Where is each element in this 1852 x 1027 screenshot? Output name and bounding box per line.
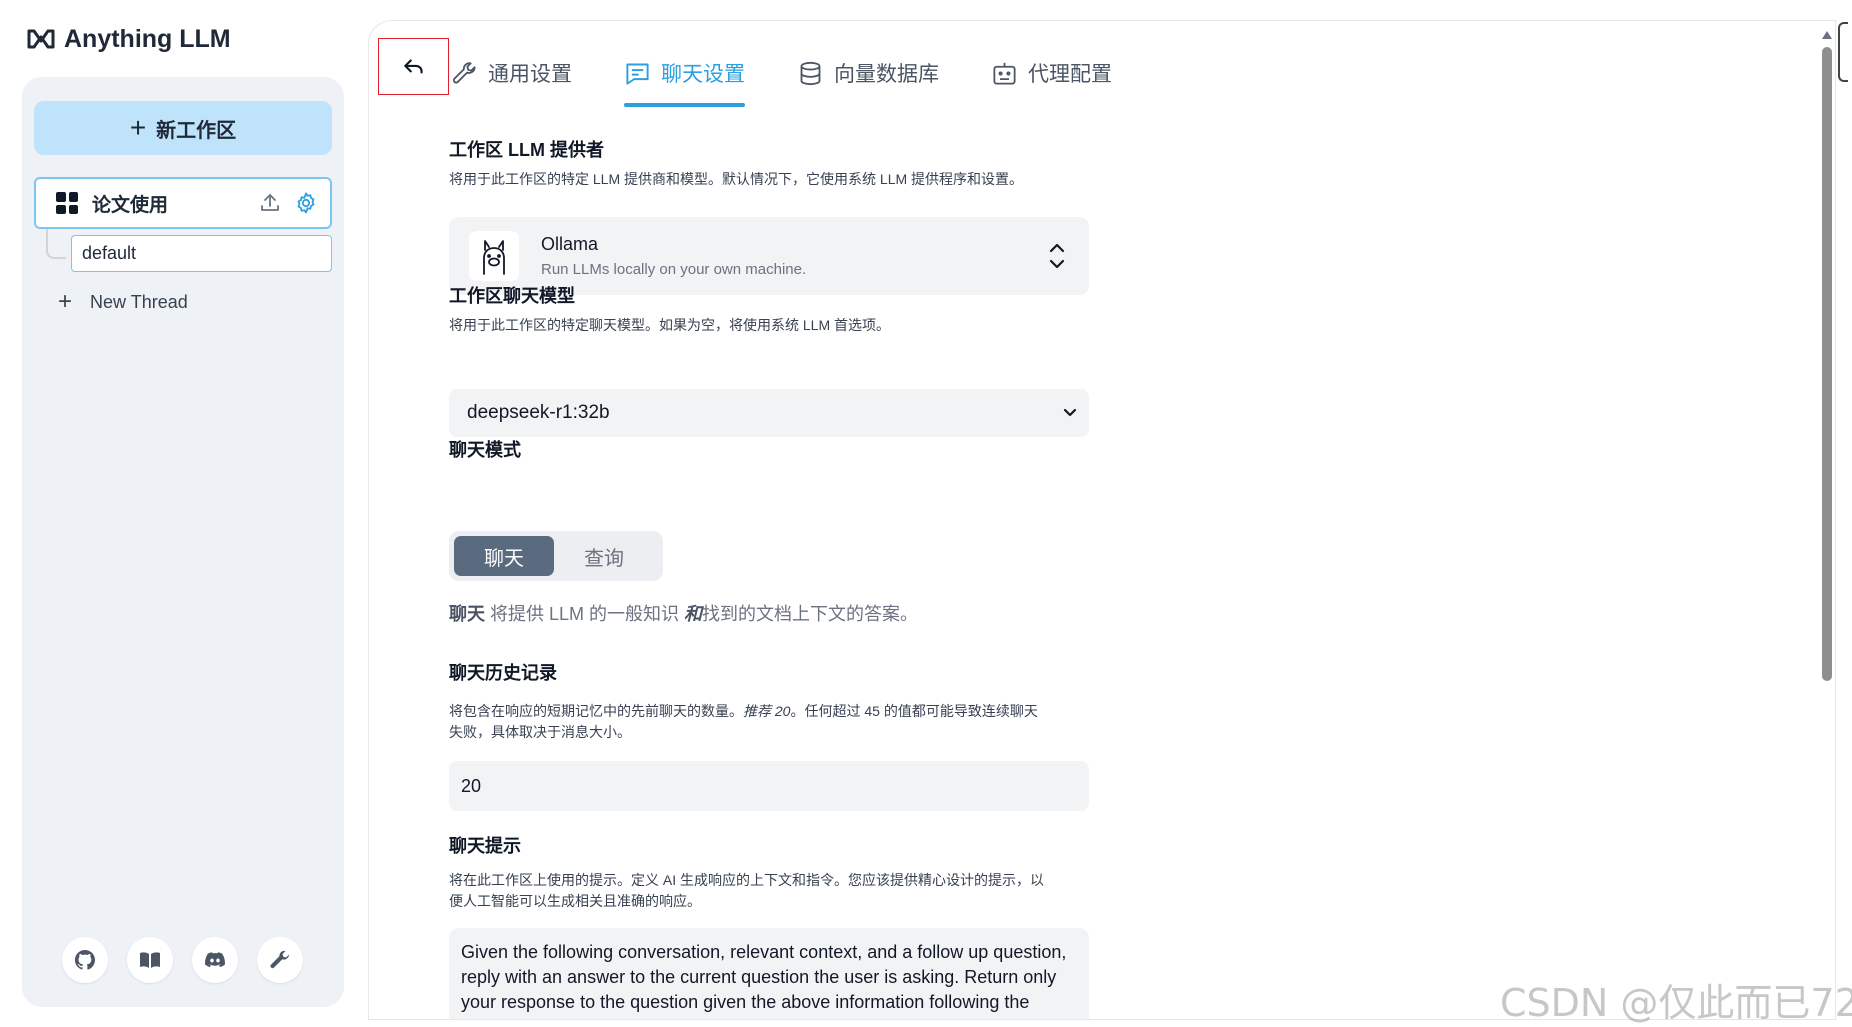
plus-icon: + <box>58 288 73 315</box>
mode-desc-strong-2: 和 <box>684 604 703 624</box>
chat-model-select[interactable]: deepseek-r1:32b <box>449 389 1089 437</box>
new-workspace-button[interactable]: + 新工作区 <box>34 101 332 155</box>
prompt-desc-2: 便人工智能可以生成相关且准确的响应。 <box>449 893 701 909</box>
tab-chat-settings[interactable]: 聊天设置 <box>624 49 745 107</box>
new-thread-label: New Thread <box>90 291 188 312</box>
thread-item-default[interactable]: default <box>71 235 332 272</box>
tab-label: 通用设置 <box>488 63 572 86</box>
chat-history-title: 聊天历史记录 <box>449 663 557 683</box>
ollama-logo-icon <box>469 231 519 281</box>
plus-icon: + <box>129 112 147 143</box>
settings-button[interactable] <box>257 937 303 983</box>
chat-mode-title: 聊天模式 <box>449 440 521 460</box>
history-desc-2: 。任何超过 45 的值都可能导致连续聊天 <box>790 703 1038 719</box>
settings-panel: 通用设置 聊天设置 向量数据库 代理配置 工作区 LLM 提供者 将用于此工作区… <box>368 20 1836 1020</box>
provider-subtitle: Run LLMs locally on your own machine. <box>541 261 807 278</box>
app-logo: Anything LLM <box>26 22 231 56</box>
scrollbar[interactable] <box>1819 21 1835 1019</box>
discord-icon <box>205 952 225 968</box>
workspace-item[interactable]: 论文使用 <box>34 177 332 229</box>
history-desc-3: 失败，具体取决于消息大小。 <box>449 724 631 740</box>
mode-chat-button[interactable]: 聊天 <box>454 536 554 576</box>
chevron-up-down-icon <box>1049 243 1065 269</box>
watermark: CSDN @仅此而已729 <box>1500 981 1852 1025</box>
chat-history-desc: 将包含在响应的短期记忆中的先前聊天的数量。推荐 20。任何超过 45 的值都可能… <box>449 701 1038 743</box>
prompt-desc-1: 将在此工作区上使用的提示。定义 AI 生成响应的上下文和指令。您应该提供精心设计… <box>449 872 1045 888</box>
new-workspace-label: 新工作区 <box>156 119 237 142</box>
mode-query-button[interactable]: 查询 <box>554 536 654 576</box>
chat-model-desc: 将用于此工作区的特定聊天模型。如果为空，将使用系统 LLM 首选项。 <box>449 317 891 333</box>
tab-bar: 通用设置 聊天设置 向量数据库 代理配置 <box>451 49 1112 107</box>
new-thread-button[interactable]: + New Thread <box>58 287 188 317</box>
history-desc-em: 推荐 20 <box>743 703 791 719</box>
discord-button[interactable] <box>192 937 238 983</box>
chat-mode-desc: 聊天 将提供 LLM 的一般知识 和找到的文档上下文的答案。 <box>449 600 918 626</box>
grid-icon <box>56 192 78 214</box>
mode-desc-text: 将提供 LLM 的一般知识 <box>485 604 685 624</box>
tab-vector-database[interactable]: 向量数据库 <box>797 49 939 97</box>
wrench-icon <box>452 61 476 83</box>
sidebar: + 新工作区 论文使用 default + New Thread <box>22 77 344 1007</box>
chat-prompt-title: 聊天提示 <box>449 836 521 856</box>
chat-prompt-desc: 将在此工作区上使用的提示。定义 AI 生成响应的上下文和指令。您应该提供精心设计… <box>449 870 1044 912</box>
chat-model-title: 工作区聊天模型 <box>449 286 575 306</box>
database-icon <box>800 61 821 85</box>
wrench-icon <box>270 950 289 969</box>
thread-connector <box>46 229 66 259</box>
chat-prompt-textarea[interactable]: Given the following conversation, releva… <box>449 928 1089 1019</box>
back-arrow-icon <box>403 58 423 73</box>
app-title: Anything LLM <box>64 24 231 53</box>
tab-label: 向量数据库 <box>834 63 939 86</box>
window-edge <box>1838 22 1848 82</box>
github-button[interactable] <box>62 937 108 983</box>
tab-general-settings[interactable]: 通用设置 <box>451 49 572 97</box>
tab-agent-config[interactable]: 代理配置 <box>991 49 1112 97</box>
history-desc-1: 将包含在响应的短期记忆中的先前聊天的数量。 <box>449 703 743 719</box>
llm-provider-title: 工作区 LLM 提供者 <box>449 140 604 160</box>
tab-label: 代理配置 <box>1028 63 1112 86</box>
workspace-name: 论文使用 <box>92 194 169 216</box>
github-icon <box>74 949 95 970</box>
back-button[interactable] <box>378 38 449 95</box>
llm-provider-desc: 将用于此工作区的特定 LLM 提供商和模型。默认情况下，它使用系统 LLM 提供… <box>449 171 1024 187</box>
chat-history-input[interactable]: 20 <box>449 761 1089 811</box>
chevron-down-icon <box>1063 408 1077 417</box>
anything-llm-logo-icon <box>27 29 55 49</box>
provider-name: Ollama <box>541 234 599 254</box>
chat-icon <box>626 63 649 85</box>
scroll-up-arrow-icon[interactable] <box>1822 31 1832 39</box>
tab-label: 聊天设置 <box>661 63 745 86</box>
chat-model-value: deepseek-r1:32b <box>467 402 610 423</box>
gear-icon[interactable] <box>294 191 318 215</box>
chat-mode-toggle: 聊天 查询 <box>449 531 663 581</box>
book-icon <box>140 952 160 968</box>
robot-icon <box>993 62 1016 85</box>
upload-icon[interactable] <box>258 191 282 215</box>
sidebar-footer <box>62 937 303 983</box>
docs-button[interactable] <box>127 937 173 983</box>
mode-desc-strong: 聊天 <box>449 604 485 624</box>
mode-desc-text-2: 找到的文档上下文的答案。 <box>702 604 919 624</box>
scroll-thumb[interactable] <box>1822 47 1832 681</box>
